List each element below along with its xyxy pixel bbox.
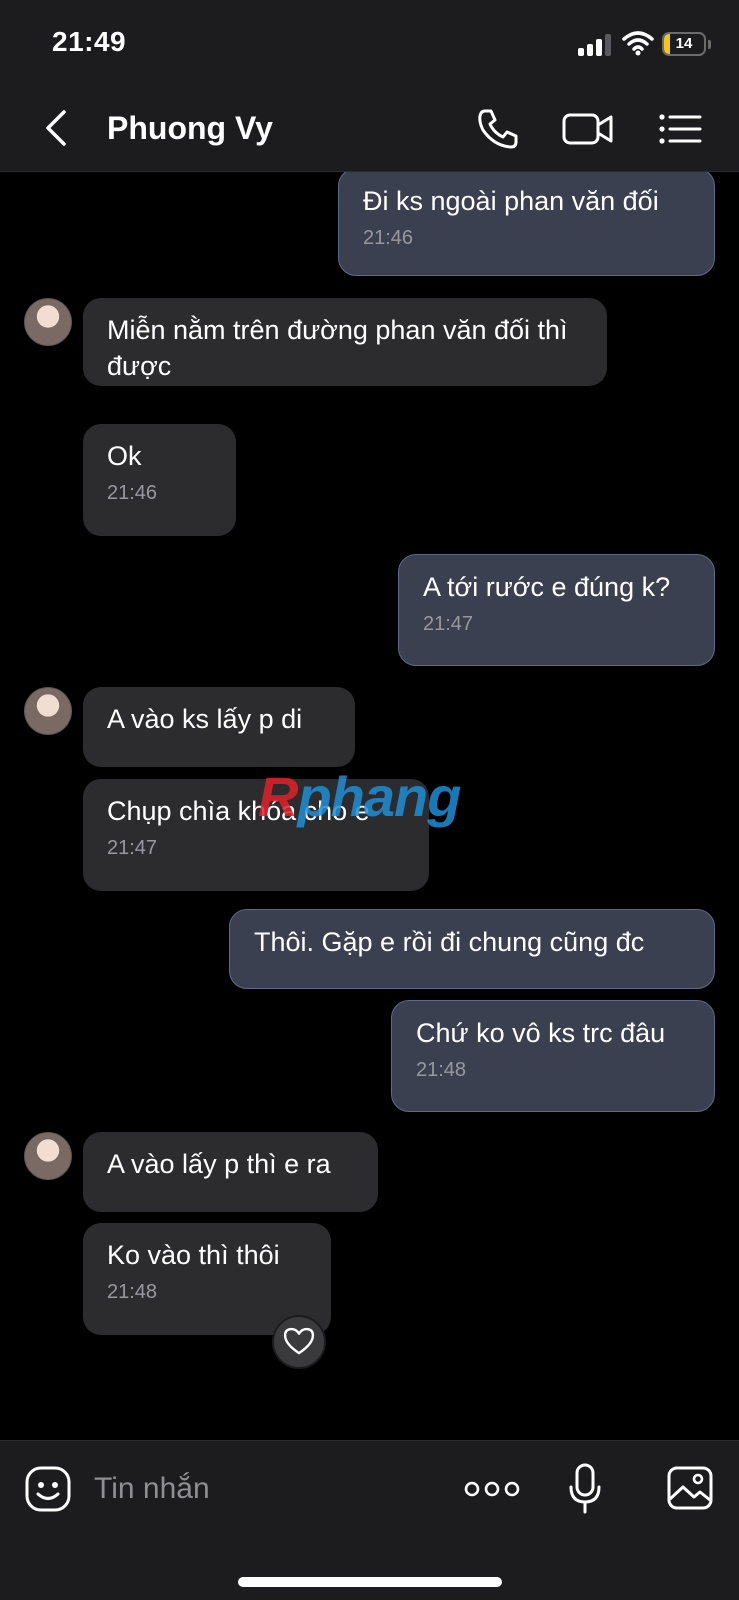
reaction-button[interactable] <box>272 1315 326 1369</box>
message-text: A tới rước e đúng k? <box>423 572 671 602</box>
battery-icon: 14 <box>662 32 706 56</box>
video-call-button[interactable] <box>562 108 614 150</box>
battery-tip <box>708 40 711 49</box>
message-time: 21:48 <box>107 1281 158 1303</box>
message-time: 21:47 <box>107 837 158 859</box>
message-bubble-incoming[interactable]: A vào lấy p thì e ra <box>83 1132 378 1212</box>
top-bar: 21:49 14 Phuong Vy <box>0 0 739 172</box>
message-bubble-outgoing[interactable]: Đi ks ngoài phan văn đối 21:46 <box>338 172 715 276</box>
message-bubble-incoming[interactable]: Miễn nằm trên đường phan văn đối thì đượ… <box>83 298 607 386</box>
message-input-bar <box>0 1440 739 1600</box>
status-time: 21:49 <box>52 26 127 57</box>
message-time: 21:46 <box>363 227 414 249</box>
message-text: Ok <box>107 441 142 471</box>
battery-level: 14 <box>675 35 693 52</box>
contact-name[interactable]: Phuong Vy <box>107 110 273 147</box>
message-time: 21:46 <box>107 482 158 504</box>
back-button[interactable] <box>40 108 74 148</box>
message-bubble-outgoing[interactable]: Chứ ko vô ks trc đâu 21:48 <box>391 1000 715 1112</box>
wifi-icon <box>622 31 654 56</box>
heart-icon <box>283 1327 315 1355</box>
message-text: Chứ ko vô ks trc đâu <box>416 1018 666 1048</box>
message-bubble-outgoing[interactable]: A tới rước e đúng k? 21:47 <box>398 554 715 666</box>
sticker-emoji-button[interactable] <box>24 1465 72 1513</box>
message-text: Miễn nằm trên đường phan văn đối thì đượ… <box>107 315 568 381</box>
home-indicator[interactable] <box>238 1577 502 1587</box>
photo-gallery-button[interactable] <box>666 1465 714 1511</box>
message-text: Thôi. Gặp e rồi đi chung cũng đc <box>254 927 645 957</box>
cellular-signal-icon <box>578 34 614 56</box>
message-bubble-outgoing[interactable]: Thôi. Gặp e rồi đi chung cũng đc <box>229 909 715 989</box>
message-bubble-incoming[interactable]: A vào ks lấy p di <box>83 687 355 767</box>
contact-avatar[interactable] <box>24 1132 72 1180</box>
microphone-button[interactable] <box>568 1463 602 1515</box>
contact-avatar[interactable] <box>24 298 72 346</box>
phone-call-button[interactable] <box>476 108 520 150</box>
message-text: A vào ks lấy p di <box>107 704 303 734</box>
menu-list-button[interactable] <box>658 108 702 150</box>
contact-avatar[interactable] <box>24 687 72 735</box>
message-time: 21:47 <box>423 613 474 635</box>
more-options-button[interactable] <box>464 1477 520 1501</box>
message-text: A vào lấy p thì e ra <box>107 1149 331 1179</box>
chat-messages[interactable]: Đi ks ngoài phan văn đối 21:46 Miễn nằm … <box>0 172 739 1440</box>
message-time: 21:48 <box>416 1059 467 1081</box>
message-text: Ko vào thì thôi <box>107 1240 280 1270</box>
message-bubble-incoming[interactable]: Ok 21:46 <box>83 424 236 536</box>
message-text: Đi ks ngoài phan văn đối <box>363 186 659 216</box>
watermark-logo: Rphang <box>258 765 461 828</box>
message-input[interactable] <box>92 1467 422 1511</box>
